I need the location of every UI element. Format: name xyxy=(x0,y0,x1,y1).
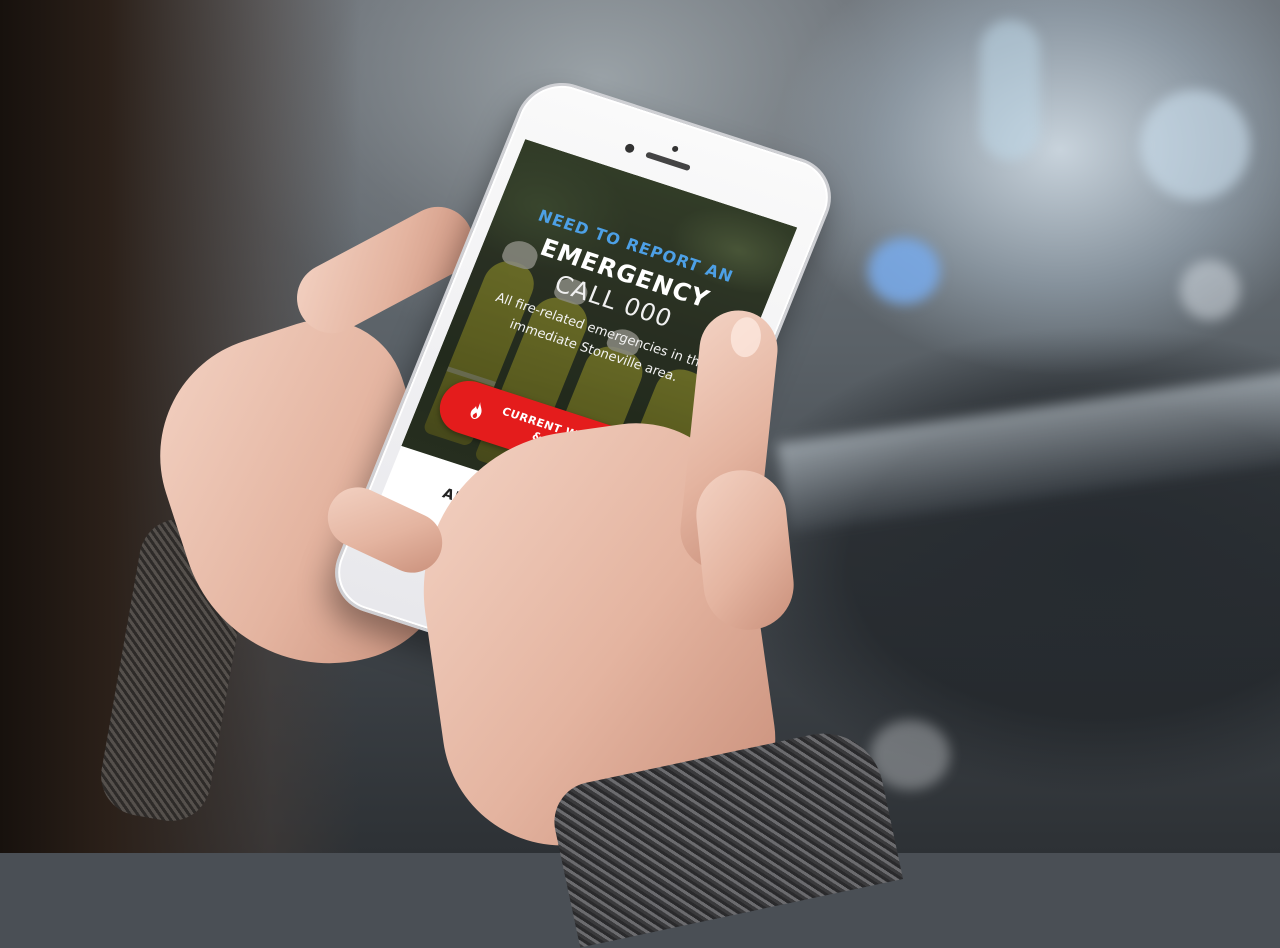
front-camera xyxy=(623,142,636,154)
bokeh-light xyxy=(1180,260,1240,320)
bokeh-light xyxy=(980,20,1040,160)
earpiece-speaker xyxy=(644,151,691,172)
bokeh-light xyxy=(868,238,940,304)
proximity-sensor xyxy=(671,145,680,153)
bokeh-light xyxy=(1140,90,1250,200)
